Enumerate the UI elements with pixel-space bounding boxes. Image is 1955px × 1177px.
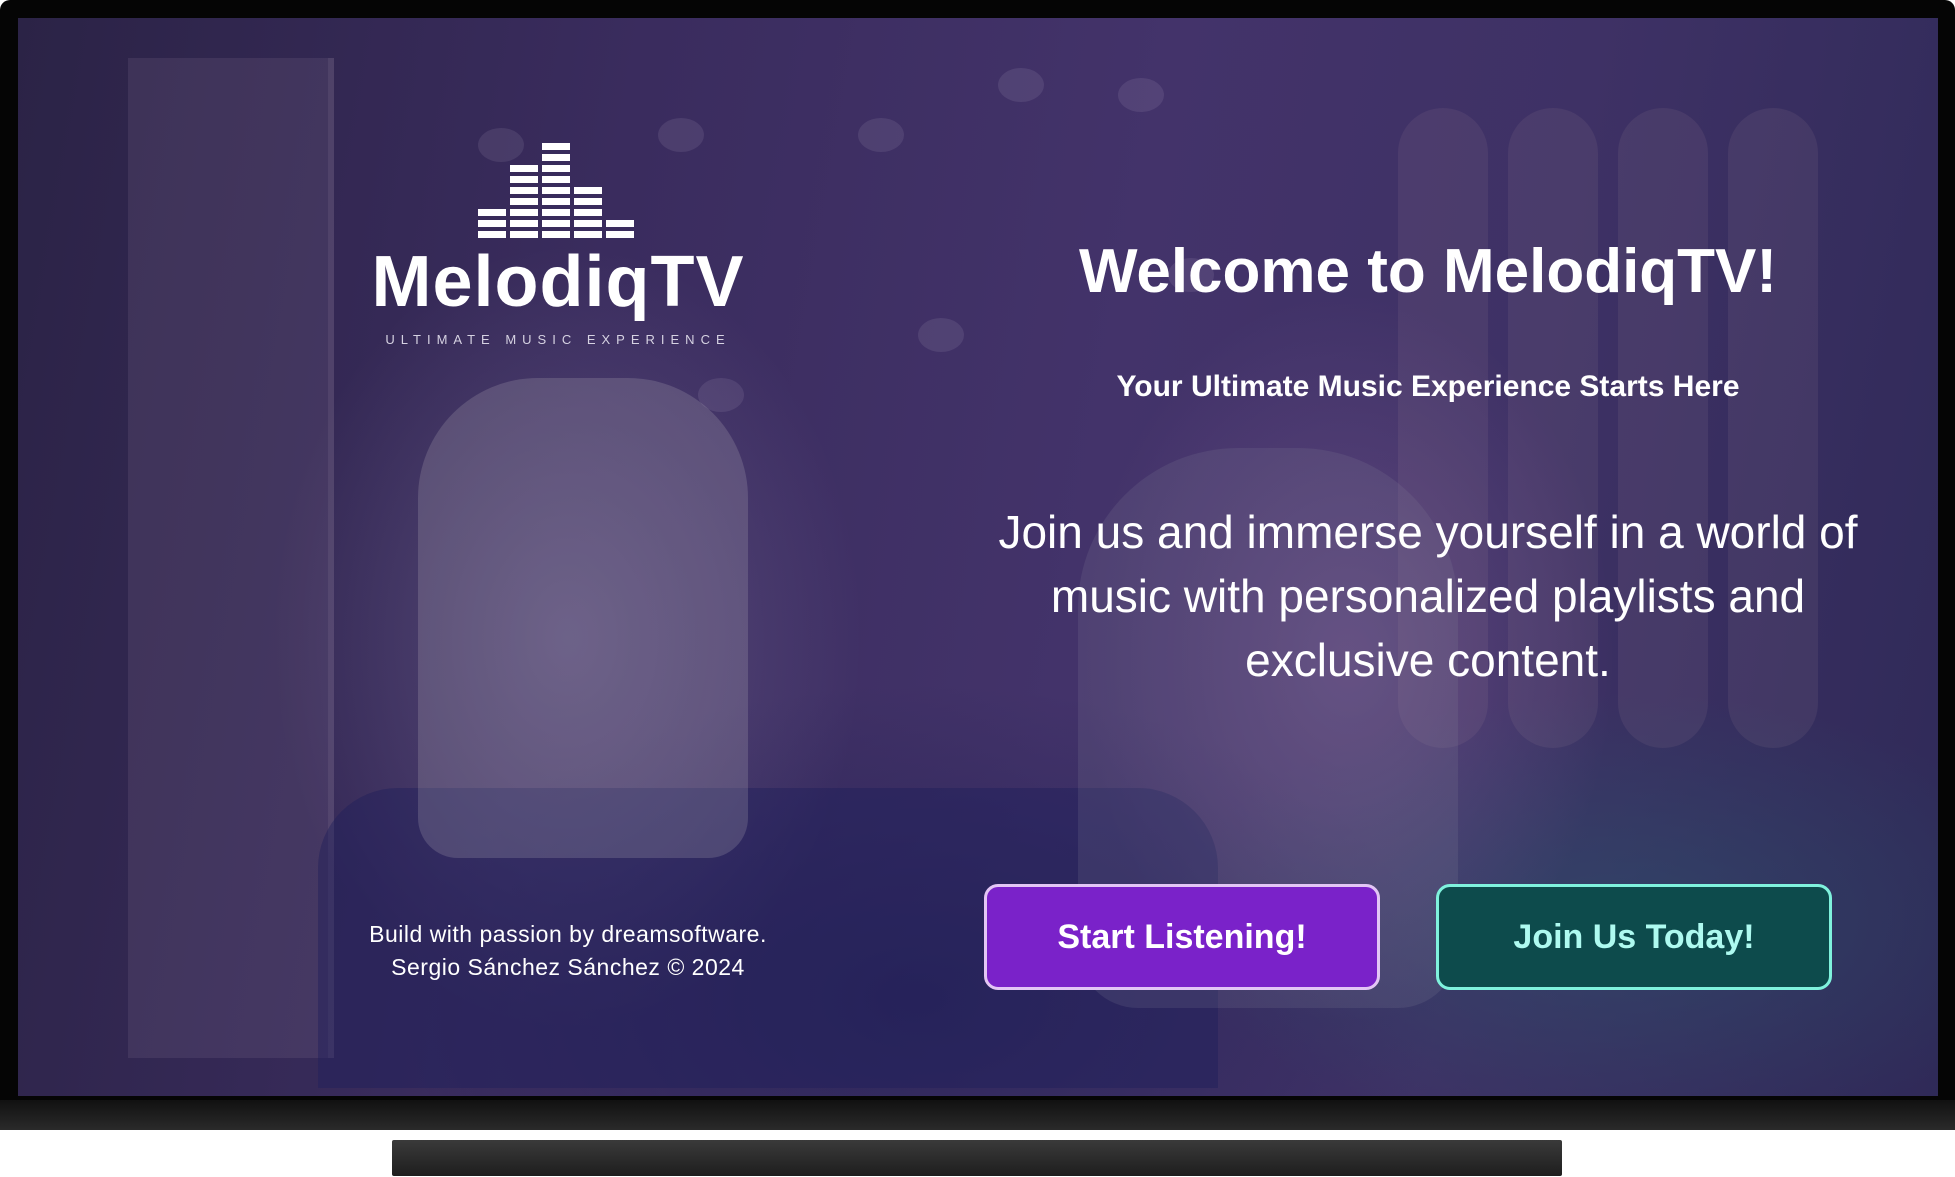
welcome-title: Welcome to MelodiqTV! xyxy=(1078,237,1778,306)
app-logo: MelodiqTV ULTIMATE MUSIC EXPERIENCE xyxy=(348,128,768,347)
welcome-description: Join us and immerse yourself in a world … xyxy=(998,506,1858,686)
background-person xyxy=(418,378,748,858)
background-light xyxy=(998,68,1044,102)
background-light xyxy=(918,318,964,352)
welcome-subtitle: Your Ultimate Music Experience Starts He… xyxy=(1116,370,1740,403)
tv-screen: MelodiqTV ULTIMATE MUSIC EXPERIENCE Buil… xyxy=(18,18,1938,1096)
logo-tagline: ULTIMATE MUSIC EXPERIENCE xyxy=(385,332,731,347)
credits-line: Sergio Sánchez Sánchez © 2024 xyxy=(391,954,745,980)
background-light xyxy=(858,118,904,152)
logo-name: MelodiqTV xyxy=(371,242,745,322)
join-us-button[interactable]: Join Us Today! xyxy=(1436,884,1832,990)
background-light xyxy=(1118,78,1164,112)
tv-stand-base xyxy=(0,1100,1955,1130)
background-light xyxy=(698,378,744,412)
credits: Build with passion by dreamsoftware. Ser… xyxy=(308,918,828,984)
start-listening-button[interactable]: Start Listening! xyxy=(984,884,1380,990)
tv-device: MelodiqTV ULTIMATE MUSIC EXPERIENCE Buil… xyxy=(0,0,1955,1177)
equalizer-icon xyxy=(478,128,638,238)
credits-line: Build with passion by dreamsoftware. xyxy=(369,921,767,947)
background-door xyxy=(128,58,334,1058)
tv-stand xyxy=(392,1140,1562,1176)
